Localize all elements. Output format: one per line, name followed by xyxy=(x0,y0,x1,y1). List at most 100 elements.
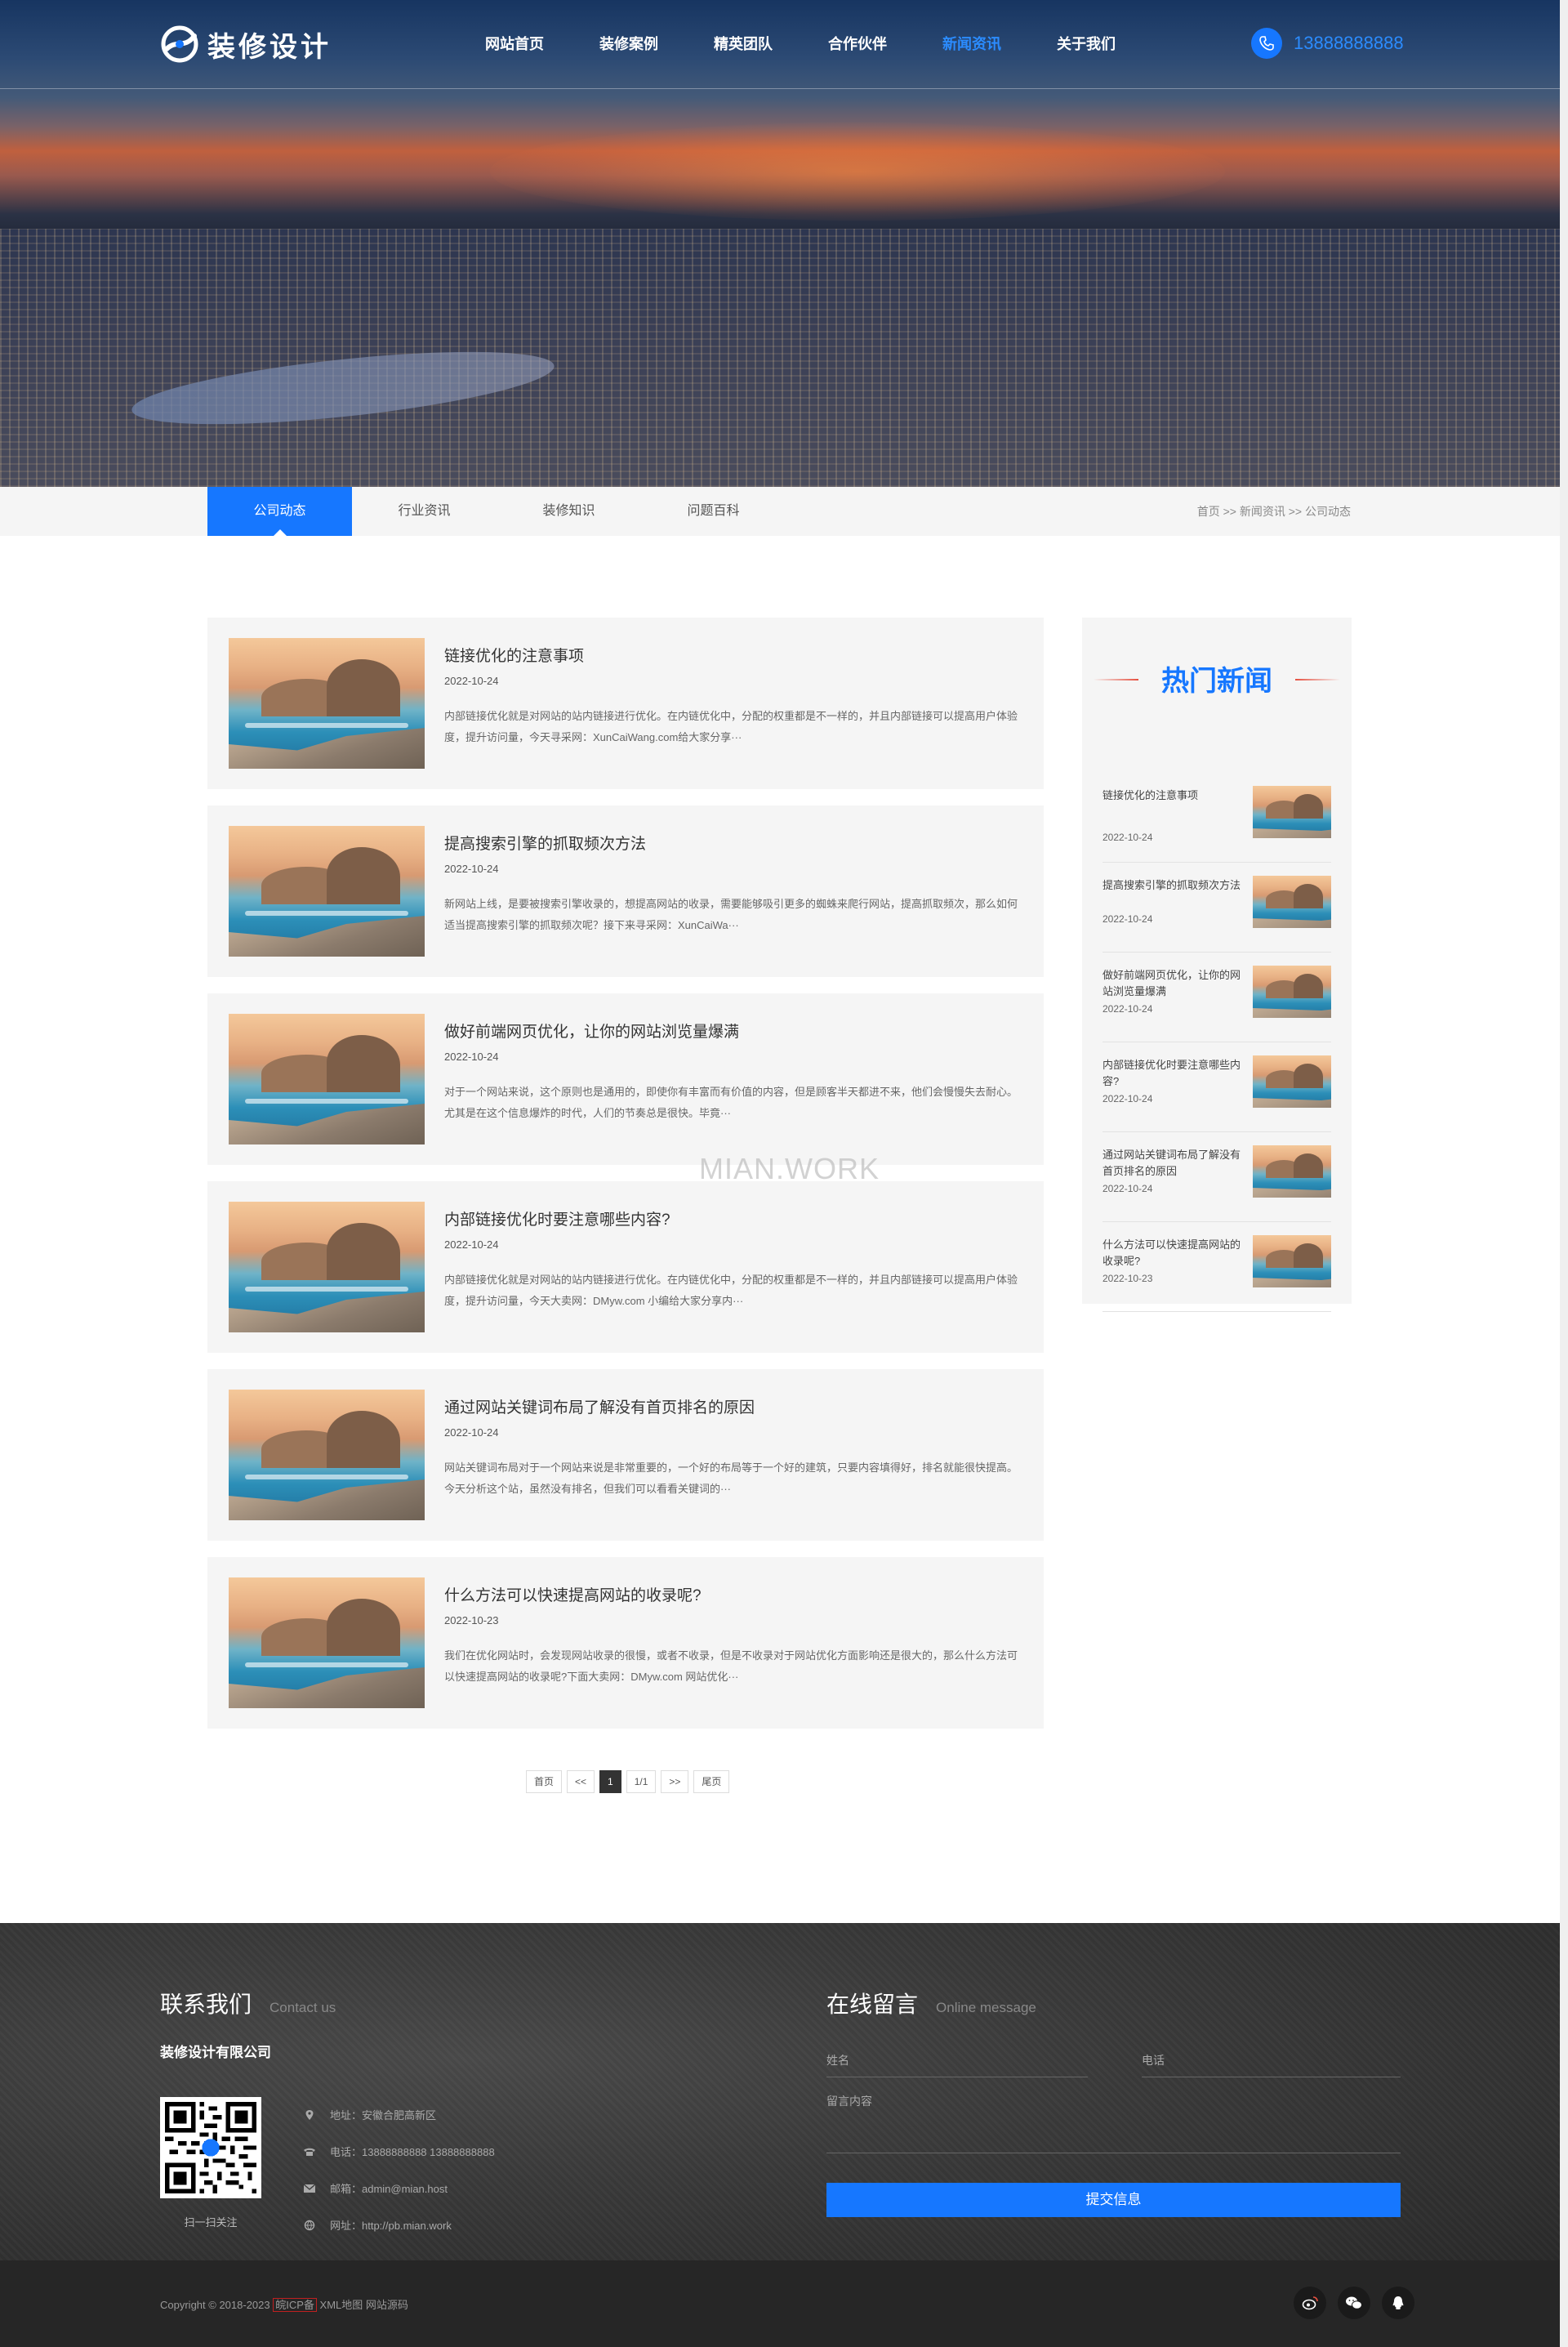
phone-text: 电话：13888888888 13888888888 xyxy=(330,2146,495,2158)
submit-message-button[interactable]: 提交信息 xyxy=(826,2183,1401,2217)
hot-news-item[interactable]: 通过网站关键词布局了解没有首页排名的原因 2022-10-24 xyxy=(1102,1132,1331,1222)
sidebar-title: 热门新闻 xyxy=(1094,658,1340,698)
email-text: 邮箱：admin@mian.host xyxy=(330,2183,448,2195)
name-field[interactable]: 姓名 xyxy=(826,2052,1088,2077)
news-thumbnail[interactable] xyxy=(229,826,425,957)
company-name: 装修设计有限公司 xyxy=(160,2045,271,2060)
hot-news-title[interactable]: 提高搜索引擎的抓取频次方法 xyxy=(1102,877,1246,894)
wechat-icon[interactable] xyxy=(1338,2287,1370,2319)
news-thumbnail[interactable] xyxy=(229,638,425,769)
news-item[interactable]: 什么方法可以快速提高网站的收录呢? 2022-10-23 我们在优化网站时，会发… xyxy=(207,1557,1044,1729)
sub-nav-bar: 公司动态 行业资讯 装修知识 问题百科 首页 >> 新闻资讯 >> 公司动态 xyxy=(0,487,1560,536)
qr-code xyxy=(160,2097,261,2198)
copyright-text: Copyright © 2018-2023 皖ICP备 XML地图 网站源码 xyxy=(160,2296,408,2312)
hot-news-date: 2022-10-24 xyxy=(1102,1183,1153,1194)
news-thumbnail[interactable] xyxy=(229,1014,425,1144)
breadcrumb[interactable]: 首页 >> 新闻资讯 >> 公司动态 xyxy=(1197,487,1351,536)
header-divider xyxy=(0,88,1560,89)
news-thumbnail[interactable] xyxy=(229,1202,425,1332)
phone-icon xyxy=(1251,28,1282,59)
hot-news-thumbnail[interactable] xyxy=(1253,876,1331,928)
message-content-field[interactable]: 留言内容 xyxy=(826,2093,1401,2153)
city-skyline xyxy=(0,229,1560,487)
hot-news-thumbnail[interactable] xyxy=(1253,1235,1331,1287)
hot-news-thumbnail[interactable] xyxy=(1253,1055,1331,1108)
message-subtitle: Online message xyxy=(936,2000,1036,2015)
pager-next[interactable]: >> xyxy=(661,1770,689,1793)
message-heading: 在线留言 Online message xyxy=(826,1987,1036,2019)
sunset-glow xyxy=(490,123,1225,221)
news-thumbnail[interactable] xyxy=(229,1390,425,1520)
news-summary: 网站关键词布局对于一个网站来说是非常重要的，一个好的布局等于一个好的建筑，只要内… xyxy=(444,1461,1018,1495)
news-title[interactable]: 通过网站关键词布局了解没有首页排名的原因 xyxy=(444,1395,755,1417)
pager-first[interactable]: 首页 xyxy=(526,1770,563,1793)
hero-banner xyxy=(0,0,1560,487)
website-text[interactable]: 网址：http://pb.mian.work xyxy=(330,2217,452,2233)
nav-cases[interactable]: 装修案例 xyxy=(572,31,686,57)
hot-news-title[interactable]: 什么方法可以快速提高网站的收录呢? xyxy=(1102,1237,1246,1269)
news-date: 2022-10-24 xyxy=(444,1238,499,1251)
contact-subtitle: Contact us xyxy=(270,2000,336,2015)
copyright-bar: Copyright © 2018-2023 皖ICP备 XML地图 网站源码 xyxy=(0,2260,1560,2347)
news-summary: 我们在优化网站时，会发现网站收录的很慢，或者不收录，但是不收录对于网站优化方面影… xyxy=(444,1649,1018,1683)
news-date: 2022-10-23 xyxy=(444,1614,499,1626)
nav-partners[interactable]: 合作伙伴 xyxy=(800,31,915,57)
hot-news-date: 2022-10-24 xyxy=(1102,1003,1153,1015)
news-title[interactable]: 什么方法可以快速提高网站的收录呢? xyxy=(444,1583,702,1605)
hot-news-list: 链接优化的注意事项 2022-10-24 提高搜索引擎的抓取频次方法 2022-… xyxy=(1102,773,1331,1312)
page-scrollbar[interactable] xyxy=(1560,0,1568,2347)
qq-icon[interactable] xyxy=(1382,2287,1414,2319)
news-title[interactable]: 内部链接优化时要注意哪些内容? xyxy=(444,1207,670,1229)
hot-news-title[interactable]: 内部链接优化时要注意哪些内容? xyxy=(1102,1057,1246,1090)
news-thumbnail[interactable] xyxy=(229,1577,425,1708)
hot-news-item[interactable]: 提高搜索引擎的抓取频次方法 2022-10-24 xyxy=(1102,863,1331,953)
globe-icon xyxy=(302,2218,317,2233)
message-title: 在线留言 xyxy=(826,1992,919,2017)
news-item[interactable]: 链接优化的注意事项 2022-10-24 内部链接优化就是对网站的站内链接进行优… xyxy=(207,618,1044,789)
hot-news-title[interactable]: 通过网站关键词布局了解没有首页排名的原因 xyxy=(1102,1147,1246,1180)
contact-website: 网址：http://pb.mian.work xyxy=(302,2206,495,2243)
nav-home[interactable]: 网站首页 xyxy=(457,31,572,57)
social-links xyxy=(1282,2287,1414,2319)
nav-about[interactable]: 关于我们 xyxy=(1029,31,1143,57)
tab-industry-news[interactable]: 行业资讯 xyxy=(352,487,497,536)
hot-news-item[interactable]: 内部链接优化时要注意哪些内容? 2022-10-24 xyxy=(1102,1042,1331,1132)
header-phone[interactable]: 13888888888 xyxy=(1251,28,1404,59)
pager-last[interactable]: 尾页 xyxy=(693,1770,730,1793)
phone-field[interactable]: 电话 xyxy=(1142,2052,1401,2077)
hot-news-item[interactable]: 做好前端网页优化，让你的网站浏览量爆满 2022-10-24 xyxy=(1102,953,1331,1042)
site-logo[interactable]: 装修设计 xyxy=(160,25,332,64)
news-title[interactable]: 链接优化的注意事项 xyxy=(444,644,584,666)
pager-prev[interactable]: << xyxy=(567,1770,595,1793)
xml-sitemap-link[interactable]: XML地图 xyxy=(320,2299,363,2311)
news-item[interactable]: 通过网站关键词布局了解没有首页排名的原因 2022-10-24 网站关键词布局对… xyxy=(207,1369,1044,1541)
news-item[interactable]: 提高搜索引擎的抓取频次方法 2022-10-24 新网站上线，是要被搜索引擎收录… xyxy=(207,805,1044,977)
news-title[interactable]: 提高搜索引擎的抓取频次方法 xyxy=(444,832,646,854)
hot-news-item[interactable]: 链接优化的注意事项 2022-10-24 xyxy=(1102,773,1331,863)
icp-link[interactable]: 皖ICP备 xyxy=(273,2298,317,2312)
news-summary: 新网站上线，是要被搜索引擎收录的，想提高网站的收录，需要能够吸引更多的蜘蛛来爬行… xyxy=(444,898,1018,931)
hot-news-thumbnail[interactable] xyxy=(1253,1145,1331,1198)
news-item[interactable]: 内部链接优化时要注意哪些内容? 2022-10-24 内部链接优化就是对网站的站… xyxy=(207,1181,1044,1353)
address-text: 地址：安徽合肥高新区 xyxy=(330,2109,437,2122)
hot-news-thumbnail[interactable] xyxy=(1253,786,1331,838)
weibo-icon[interactable] xyxy=(1294,2287,1326,2319)
tab-company-news[interactable]: 公司动态 xyxy=(207,487,352,536)
contact-title: 联系我们 xyxy=(160,1992,252,2017)
hot-news-thumbnail[interactable] xyxy=(1253,966,1331,1018)
hot-news-item[interactable]: 什么方法可以快速提高网站的收录呢? 2022-10-23 xyxy=(1102,1222,1331,1312)
news-summary: 内部链接优化就是对网站的站内链接进行优化。在内链优化中，分配的权重都是不一样的，… xyxy=(444,710,1018,743)
contact-phone: 电话：13888888888 13888888888 xyxy=(302,2133,495,2170)
hot-news-title[interactable]: 链接优化的注意事项 xyxy=(1102,788,1246,804)
nav-news[interactable]: 新闻资讯 xyxy=(915,31,1029,57)
pager-current-page[interactable]: 1 xyxy=(599,1770,621,1793)
hot-news-date: 2022-10-24 xyxy=(1102,832,1153,843)
news-item[interactable]: 做好前端网页优化，让你的网站浏览量爆满 2022-10-24 对于一个网站来说，… xyxy=(207,993,1044,1165)
news-title[interactable]: 做好前端网页优化，让你的网站浏览量爆满 xyxy=(444,1020,739,1042)
tab-decoration-knowledge[interactable]: 装修知识 xyxy=(497,487,641,536)
hot-news-title[interactable]: 做好前端网页优化，让你的网站浏览量爆满 xyxy=(1102,967,1246,1000)
nav-team[interactable]: 精英团队 xyxy=(686,31,800,57)
source-code-link[interactable]: 网站源码 xyxy=(366,2299,408,2311)
telephone-icon xyxy=(302,2144,317,2159)
tab-faq[interactable]: 问题百科 xyxy=(641,487,786,536)
